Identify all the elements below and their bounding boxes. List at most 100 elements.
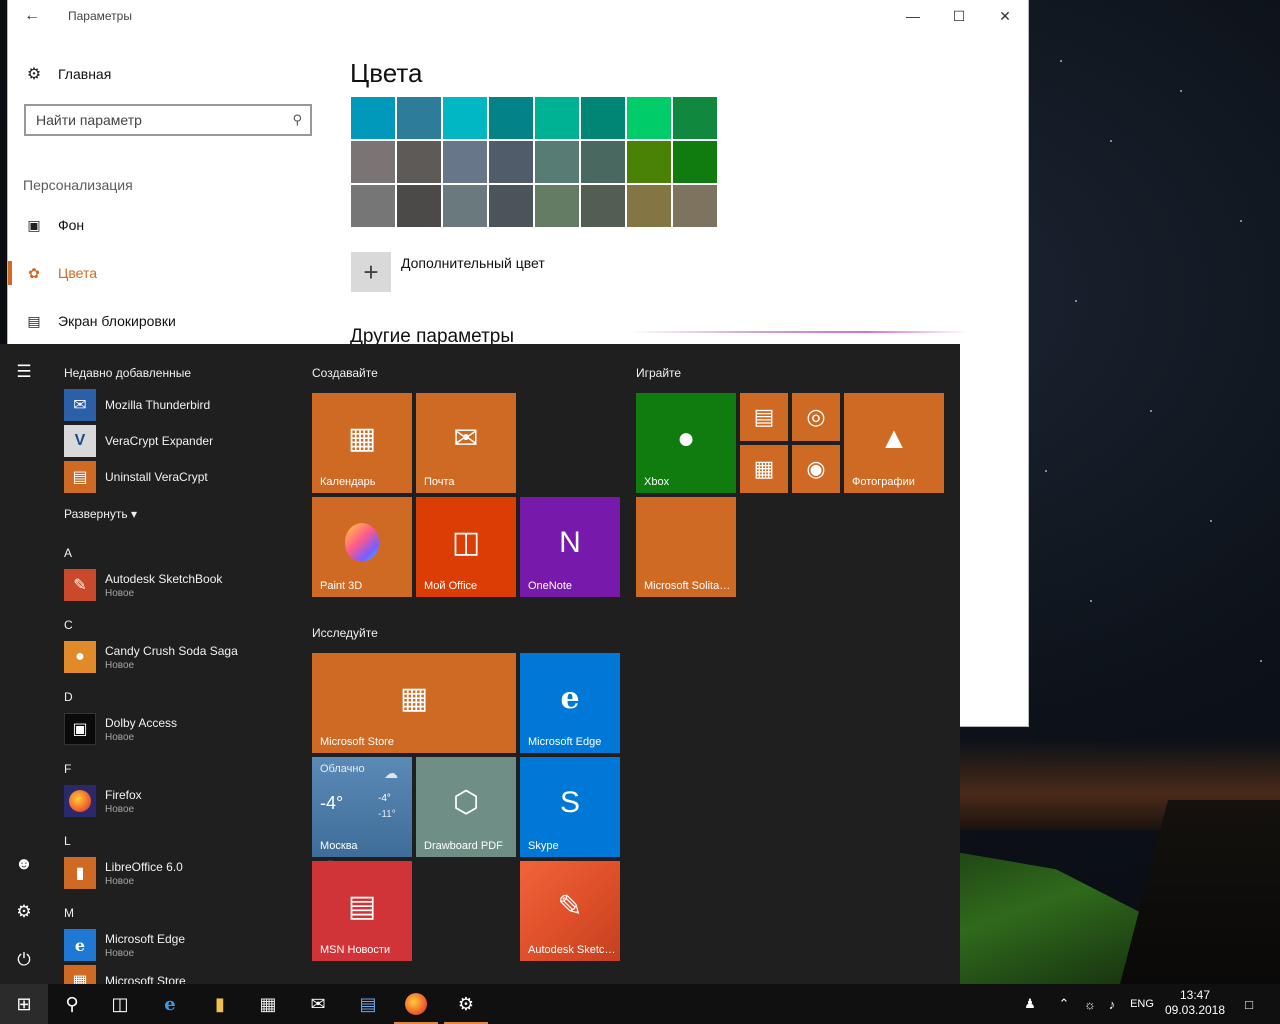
- color-swatch[interactable]: [489, 185, 533, 227]
- group-title-play[interactable]: Играйте: [636, 366, 681, 380]
- list-item-veracrypt-expander[interactable]: V VeraCrypt Expander: [64, 423, 294, 459]
- tile-sketchbook[interactable]: ✎ Autodesk SketchBook: [520, 861, 620, 961]
- gear-icon[interactable]: ⚙: [442, 984, 490, 1024]
- firefox-icon[interactable]: [392, 984, 440, 1024]
- nav-item-colors[interactable]: ✿ Цвета: [8, 256, 318, 290]
- tile-weather[interactable]: Облачно ☁ -4° -4° -11° Москва: [312, 757, 412, 857]
- color-swatch[interactable]: [627, 185, 671, 227]
- task-view-icon[interactable]: ◫: [96, 984, 144, 1024]
- color-swatch[interactable]: [351, 97, 395, 139]
- list-item-candy-crush[interactable]: ● Candy Crush Soda Saga Новое: [64, 639, 294, 675]
- gear-icon[interactable]: ⚙: [0, 892, 48, 932]
- file-explorer-icon[interactable]: ▮: [196, 984, 244, 1024]
- list-item-uninstall-veracrypt[interactable]: ▤ Uninstall VeraCrypt: [64, 459, 294, 495]
- clock[interactable]: 13:47 09.03.2018: [1160, 988, 1230, 1018]
- nav-home[interactable]: ⚙ Главная: [24, 62, 111, 86]
- color-swatch[interactable]: [581, 185, 625, 227]
- tile-xbox[interactable]: ● Xbox: [636, 393, 736, 493]
- color-swatch[interactable]: [535, 141, 579, 183]
- color-swatch[interactable]: [443, 97, 487, 139]
- close-button[interactable]: ✕: [982, 0, 1028, 32]
- tile-drawboard[interactable]: ⬡ Drawboard PDF: [416, 757, 516, 857]
- user-icon[interactable]: ☻: [0, 844, 48, 884]
- custom-color-button[interactable]: + Дополнительный цвет: [351, 252, 545, 292]
- color-swatch[interactable]: [627, 141, 671, 183]
- tile-msn-news[interactable]: ▤ MSN Новости: [312, 861, 412, 961]
- color-swatch[interactable]: [443, 141, 487, 183]
- color-swatch[interactable]: [397, 185, 441, 227]
- edge-icon[interactable]: e: [146, 984, 194, 1024]
- tile-onenote[interactable]: N OneNote: [520, 497, 620, 597]
- color-swatch[interactable]: [673, 185, 717, 227]
- list-item-libreoffice[interactable]: ▮ LibreOffice 6.0 Новое: [64, 855, 294, 891]
- list-item-firefox[interactable]: Firefox Новое: [64, 783, 294, 819]
- tile-edge[interactable]: e Microsoft Edge: [520, 653, 620, 753]
- nav-item-lock-screen[interactable]: ▤ Экран блокировки: [8, 304, 318, 338]
- volume-icon[interactable]: ♪: [1102, 984, 1122, 1024]
- list-item-sketchbook[interactable]: ✎ Autodesk SketchBook Новое: [64, 567, 294, 603]
- tile-my-office[interactable]: ◫ Мой Office: [416, 497, 516, 597]
- chevron-up-icon[interactable]: ⌃: [1054, 984, 1074, 1024]
- letter-heading[interactable]: C: [64, 618, 73, 632]
- color-swatch[interactable]: [397, 141, 441, 183]
- letter-heading[interactable]: M: [64, 906, 74, 920]
- color-swatch[interactable]: [489, 141, 533, 183]
- tile-solitaire[interactable]: Microsoft Solitaire Collection: [636, 497, 736, 597]
- color-swatch[interactable]: [397, 97, 441, 139]
- list-item-thunderbird[interactable]: ✉ Mozilla Thunderbird: [64, 387, 294, 423]
- list-item-store[interactable]: ▦ Microsoft Store: [64, 963, 294, 984]
- tile-groove[interactable]: ◎: [792, 393, 840, 441]
- notifications-icon[interactable]: □: [1234, 984, 1264, 1024]
- veracrypt-icon[interactable]: ▤: [344, 984, 392, 1024]
- color-swatch[interactable]: [351, 141, 395, 183]
- group-title-create[interactable]: Создавайте: [312, 366, 378, 380]
- tile-skype[interactable]: S Skype: [520, 757, 620, 857]
- letter-heading[interactable]: L: [64, 834, 71, 848]
- color-swatch[interactable]: [581, 97, 625, 139]
- tile-photos[interactable]: ▲ Фотографии: [844, 393, 944, 493]
- color-swatch[interactable]: [673, 97, 717, 139]
- color-swatch[interactable]: [535, 185, 579, 227]
- language-indicator[interactable]: ENG: [1126, 984, 1158, 1024]
- tile-camera[interactable]: ◉: [792, 445, 840, 493]
- list-item-dolby-access[interactable]: ▣ Dolby Access Новое: [64, 711, 294, 747]
- store-icon[interactable]: ▦: [244, 984, 292, 1024]
- title-bar[interactable]: ← Параметры — ☐ ✕: [8, 0, 1028, 32]
- minimize-button[interactable]: —: [890, 0, 936, 32]
- search-icon[interactable]: ⚲: [292, 112, 302, 128]
- color-swatch[interactable]: [351, 185, 395, 227]
- group-title-explore[interactable]: Исследуйте: [312, 626, 378, 640]
- letter-heading[interactable]: D: [64, 690, 73, 704]
- nav-item-background[interactable]: ▣ Фон: [8, 208, 318, 242]
- tile-calculator[interactable]: ▦: [740, 445, 788, 493]
- search-box[interactable]: ⚲: [24, 104, 312, 136]
- letter-heading[interactable]: F: [64, 762, 71, 776]
- people-icon[interactable]: ♟: [1016, 984, 1044, 1024]
- color-swatch[interactable]: [627, 97, 671, 139]
- maximize-button[interactable]: ☐: [936, 0, 982, 32]
- color-swatch[interactable]: [535, 97, 579, 139]
- back-button[interactable]: ←: [20, 6, 44, 26]
- windows-start-icon[interactable]: ⊞: [0, 984, 48, 1024]
- letter-heading[interactable]: A: [64, 546, 72, 560]
- plus-icon[interactable]: +: [351, 252, 391, 292]
- xbox-icon: ●: [676, 422, 696, 455]
- color-swatch[interactable]: [443, 185, 487, 227]
- color-swatch[interactable]: [673, 141, 717, 183]
- hamburger-icon[interactable]: ☰: [0, 352, 48, 392]
- tile-store[interactable]: ▦ Microsoft Store: [312, 653, 516, 753]
- power-icon[interactable]: ⏻: [0, 940, 48, 980]
- tile-calendar[interactable]: ▦ Календарь: [312, 393, 412, 493]
- tile-mail[interactable]: ✉ Почта: [416, 393, 516, 493]
- color-swatch[interactable]: [489, 97, 533, 139]
- list-item-edge[interactable]: e Microsoft Edge Новое: [64, 927, 294, 963]
- color-swatch[interactable]: [581, 141, 625, 183]
- search-icon[interactable]: ⚲: [48, 984, 96, 1024]
- wifi-icon[interactable]: ☼: [1080, 984, 1100, 1024]
- expand-link[interactable]: Развернуть ▾: [64, 507, 137, 521]
- mail-icon[interactable]: ✉: [294, 984, 342, 1024]
- tile-paint3d[interactable]: Paint 3D: [312, 497, 412, 597]
- tile-movies[interactable]: ▤: [740, 393, 788, 441]
- cloud-icon: ☁: [384, 765, 398, 781]
- search-input[interactable]: [36, 111, 276, 129]
